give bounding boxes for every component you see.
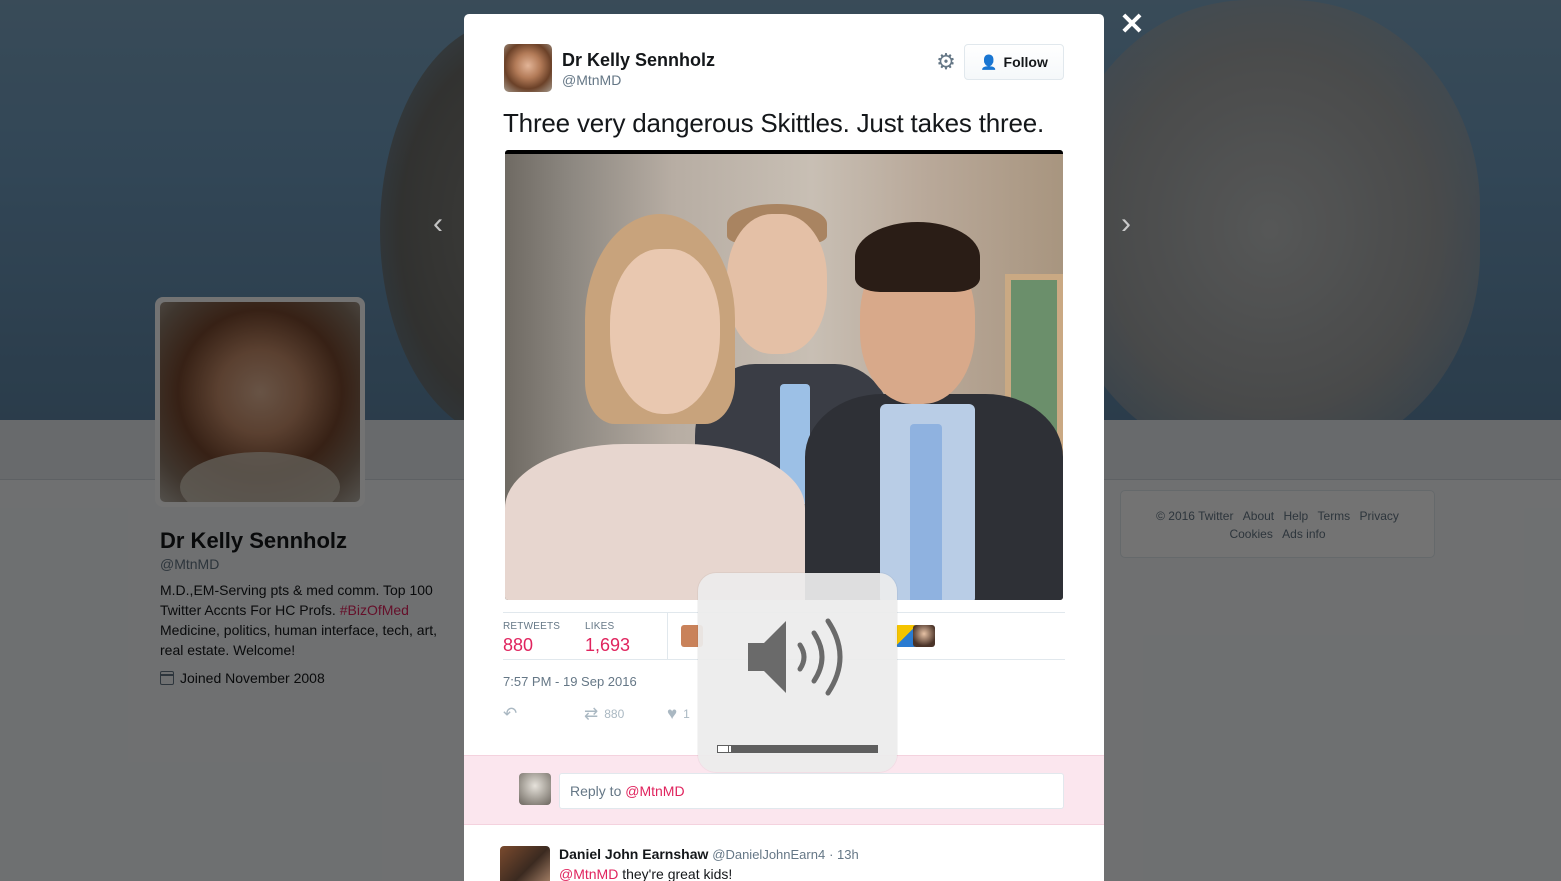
reply-author-avatar[interactable] bbox=[500, 846, 550, 881]
footer-links: © 2016 Twitter About Help Terms Privacy … bbox=[1120, 490, 1435, 558]
profile-avatar[interactable] bbox=[155, 297, 365, 507]
chevron-right-icon[interactable]: › bbox=[1114, 209, 1138, 239]
photo-scene bbox=[505, 154, 1063, 600]
bio-hashtag-link[interactable]: #BizOfMed bbox=[340, 602, 409, 618]
joined-date: Joined November 2008 bbox=[180, 670, 325, 686]
reply-input[interactable]: Reply to @MtnMD bbox=[559, 773, 1064, 809]
add-user-icon: 👤 bbox=[980, 53, 998, 70]
calendar-icon bbox=[160, 671, 174, 685]
bio-line: real estate. Welcome! bbox=[160, 642, 296, 658]
reply-header: Daniel John Earnshaw @DanielJohnEarn4 · … bbox=[559, 846, 859, 862]
profile-bio: M.D.,EM-Serving pts & med comm. Top 100 … bbox=[160, 580, 460, 660]
volume-segment-divider bbox=[747, 746, 749, 752]
photo-figure bbox=[610, 249, 720, 414]
reply-text-mention[interactable]: @MtnMD bbox=[559, 866, 618, 881]
bio-text: Twitter Accnts For HC Profs. bbox=[160, 602, 340, 618]
speaker-icon bbox=[748, 618, 843, 696]
profile-joined: Joined November 2008 bbox=[160, 670, 460, 686]
footer-row: Cookies Ads info bbox=[1131, 525, 1424, 543]
reply-text-body: they're great kids! bbox=[618, 866, 733, 881]
tweet-text: Three very dangerous Skittles. Just take… bbox=[503, 108, 1044, 138]
footer-copyright: © 2016 Twitter bbox=[1156, 509, 1234, 523]
likes-stat[interactable]: LIKES 1,693 bbox=[585, 621, 630, 656]
footer-link-privacy[interactable]: Privacy bbox=[1360, 509, 1399, 523]
tweet-header: Dr Kelly Sennholz @MtnMD ⚙ 👤 Follow bbox=[504, 44, 1064, 94]
photo-figure bbox=[727, 214, 827, 354]
liker-avatar[interactable] bbox=[913, 625, 935, 647]
volume-segment-divider bbox=[797, 746, 799, 752]
follow-label: Follow bbox=[1003, 54, 1048, 70]
reply-action[interactable]: ↶ bbox=[503, 704, 517, 724]
volume-segment-divider bbox=[847, 746, 849, 752]
footer-row: © 2016 Twitter About Help Terms Privacy bbox=[1131, 507, 1424, 525]
volume-segment-divider bbox=[867, 746, 869, 752]
likes-label: LIKES bbox=[585, 621, 615, 632]
volume-segment-divider bbox=[807, 746, 809, 752]
profile-name[interactable]: Dr Kelly Sennholz bbox=[160, 528, 460, 554]
volume-segment-divider bbox=[757, 746, 759, 752]
like-action[interactable]: ♥ 1 bbox=[667, 704, 690, 724]
gear-icon[interactable]: ⚙ bbox=[936, 51, 956, 73]
reply-text: @MtnMD they're great kids! bbox=[559, 866, 732, 881]
reply-placeholder: Reply to bbox=[570, 783, 626, 799]
bio-line: Medicine, politics, human interface, tec… bbox=[160, 622, 438, 638]
volume-segment-divider bbox=[837, 746, 839, 752]
footer-link-cookies[interactable]: Cookies bbox=[1229, 527, 1272, 541]
volume-level-bar bbox=[717, 745, 878, 753]
volume-segment-divider bbox=[857, 746, 859, 752]
retweets-count: 880 bbox=[503, 635, 534, 655]
retweet-action[interactable]: ⇄ 880 bbox=[584, 704, 624, 724]
reply-author-handle[interactable]: @DanielJohnEarn4 bbox=[712, 847, 825, 862]
volume-segment-divider bbox=[817, 746, 819, 752]
volume-segment-divider bbox=[727, 746, 729, 752]
stats-divider bbox=[667, 613, 668, 659]
volume-segment-divider bbox=[767, 746, 769, 752]
footer-link-about[interactable]: About bbox=[1243, 509, 1274, 523]
profile-handle[interactable]: @MtnMD bbox=[160, 556, 460, 572]
retweet-icon: ⇄ bbox=[584, 704, 599, 723]
volume-segment-divider bbox=[737, 746, 739, 752]
volume-hud bbox=[698, 573, 897, 772]
reply-tweet[interactable]: Daniel John Earnshaw @DanielJohnEarn4 · … bbox=[464, 836, 1104, 881]
bio-line: Twitter Accnts For HC Profs. #BizOfMed bbox=[160, 600, 460, 620]
current-user-avatar bbox=[519, 773, 551, 805]
volume-segment-divider bbox=[777, 746, 779, 752]
author-avatar[interactable] bbox=[504, 44, 552, 92]
photo-figure bbox=[855, 222, 980, 292]
volume-segment-divider bbox=[827, 746, 829, 752]
reply-mention: @MtnMD bbox=[625, 783, 685, 799]
reply-icon: ↶ bbox=[503, 704, 518, 723]
follow-button[interactable]: 👤 Follow bbox=[964, 44, 1064, 80]
footer-link-help[interactable]: Help bbox=[1283, 509, 1308, 523]
volume-segment-divider bbox=[787, 746, 789, 752]
footer-link-terms[interactable]: Terms bbox=[1318, 509, 1351, 523]
heart-icon: ♥ bbox=[667, 704, 678, 723]
reply-timestamp[interactable]: · 13h bbox=[829, 847, 859, 862]
retweet-count: 880 bbox=[604, 707, 625, 721]
close-icon[interactable]: ✕ bbox=[1118, 10, 1146, 40]
likes-count: 1,693 bbox=[585, 635, 631, 655]
tweet-photo[interactable] bbox=[505, 150, 1063, 600]
profile-avatar-image bbox=[160, 302, 360, 502]
tweet-timestamp[interactable]: 7:57 PM - 19 Sep 2016 bbox=[503, 674, 637, 689]
author-name[interactable]: Dr Kelly Sennholz bbox=[562, 50, 715, 71]
author-handle[interactable]: @MtnMD bbox=[562, 72, 621, 88]
retweets-label: RETWEETS bbox=[503, 621, 561, 632]
profile-card: Dr Kelly Sennholz @MtnMD M.D.,EM-Serving… bbox=[160, 528, 460, 686]
bio-line: M.D.,EM-Serving pts & med comm. Top 100 bbox=[160, 582, 433, 598]
retweets-stat[interactable]: RETWEETS 880 bbox=[503, 621, 560, 656]
footer-link-ads-info[interactable]: Ads info bbox=[1282, 527, 1325, 541]
photo-figure bbox=[910, 424, 942, 600]
reply-author-name[interactable]: Daniel John Earnshaw bbox=[559, 846, 708, 862]
like-count: 1 bbox=[683, 707, 690, 721]
chevron-left-icon[interactable]: ‹ bbox=[426, 209, 450, 239]
